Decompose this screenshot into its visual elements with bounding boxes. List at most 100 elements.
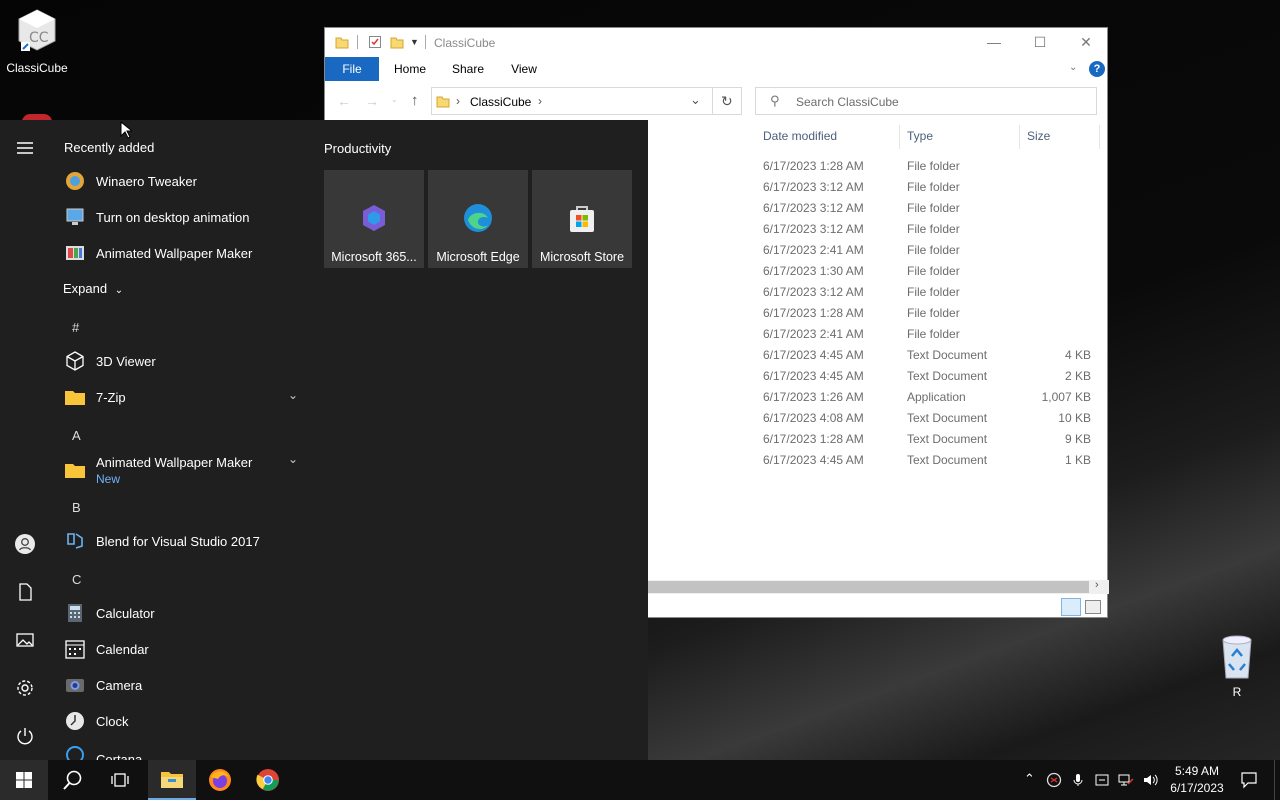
- folder-icon: [436, 96, 450, 108]
- tile-microsoft-edge[interactable]: Microsoft Edge: [428, 170, 528, 268]
- app-blend-visual-studio[interactable]: Blend for Visual Studio 2017: [64, 526, 260, 556]
- file-row[interactable]: 6/17/2023 4:45 AM Text Document 1 KB: [762, 449, 1107, 470]
- file-row[interactable]: 6/17/2023 4:45 AM Text Document 4 KB: [762, 344, 1107, 365]
- app-clock[interactable]: Clock: [64, 706, 129, 736]
- desktop-icon-classicube[interactable]: CC ClassiCube: [4, 8, 70, 75]
- properties-icon[interactable]: [368, 35, 382, 49]
- app-animated-wallpaper-maker-recent[interactable]: Animated Wallpaper Maker: [64, 238, 252, 268]
- app-label: Clock: [96, 713, 129, 729]
- volume-icon[interactable]: [1142, 772, 1158, 788]
- file-row[interactable]: 6/17/2023 4:08 AM Text Document 10 KB: [762, 407, 1107, 428]
- expand-ribbon-icon[interactable]: ⌄: [1069, 62, 1077, 73]
- letter-header-a[interactable]: A: [72, 428, 81, 443]
- app-turn-on-desktop-animation[interactable]: Turn on desktop animation: [64, 202, 249, 232]
- file-size: 4 KB: [1064, 348, 1091, 362]
- up-icon[interactable]: ↑: [411, 92, 419, 109]
- file-row[interactable]: 6/17/2023 2:41 AM File folder: [762, 239, 1107, 260]
- file-row[interactable]: 6/17/2023 3:12 AM File folder: [762, 197, 1107, 218]
- customize-quick-access-icon[interactable]: ▼: [410, 37, 419, 47]
- file-date: 6/17/2023 3:12 AM: [763, 222, 864, 236]
- search-box[interactable]: ⚲ Search ClassiCube: [755, 87, 1097, 115]
- documents-icon[interactable]: [13, 580, 37, 604]
- expand-button[interactable]: Expand ⌄: [63, 281, 123, 296]
- scroll-right-icon[interactable]: ›: [1095, 579, 1099, 591]
- user-account-icon[interactable]: [13, 532, 37, 556]
- app-calendar[interactable]: Calendar: [64, 634, 149, 664]
- start-button[interactable]: [0, 760, 48, 800]
- file-date: 6/17/2023 4:45 AM: [763, 453, 864, 467]
- app-3d-viewer[interactable]: 3D Viewer: [64, 346, 156, 376]
- chevron-down-icon[interactable]: ⌄: [288, 452, 298, 466]
- scrollbar-thumb[interactable]: [647, 581, 1089, 593]
- app-animated-wallpaper-maker[interactable]: Animated Wallpaper Maker New: [64, 454, 252, 486]
- forward-icon[interactable]: →: [365, 93, 379, 109]
- tab-file[interactable]: File: [325, 57, 379, 81]
- show-hidden-icons-icon[interactable]: ⌃: [1024, 771, 1035, 787]
- recycle-bin-icon[interactable]: R: [1210, 632, 1264, 699]
- tab-share[interactable]: Share: [445, 57, 491, 81]
- file-row[interactable]: 6/17/2023 2:41 AM File folder: [762, 323, 1107, 344]
- app-label: Calculator: [96, 605, 155, 621]
- task-view-button[interactable]: [96, 760, 144, 800]
- recent-locations-icon[interactable]: ⌄: [391, 95, 398, 104]
- file-type: File folder: [907, 306, 960, 320]
- pictures-icon[interactable]: [13, 628, 37, 652]
- help-icon[interactable]: ?: [1089, 61, 1105, 77]
- file-row[interactable]: 6/17/2023 1:26 AM Application 1,007 KB: [762, 386, 1107, 407]
- column-size[interactable]: Size: [1027, 125, 1050, 147]
- file-row[interactable]: 6/17/2023 1:28 AM File folder: [762, 302, 1107, 323]
- new-folder-icon[interactable]: [390, 35, 404, 49]
- minimize-button[interactable]: —: [971, 28, 1017, 56]
- hamburger-menu-icon[interactable]: [13, 136, 37, 160]
- settings-gear-icon[interactable]: [13, 676, 37, 700]
- maximize-button[interactable]: ☐: [1017, 28, 1063, 56]
- antivirus-tray-icon[interactable]: [1046, 772, 1062, 788]
- file-row[interactable]: 6/17/2023 3:12 AM File folder: [762, 176, 1107, 197]
- app-7zip[interactable]: 7-Zip: [64, 382, 304, 412]
- details-view-button[interactable]: [1061, 598, 1081, 616]
- file-row[interactable]: 6/17/2023 3:12 AM File folder: [762, 281, 1107, 302]
- breadcrumb-classicube[interactable]: ClassiCube: [470, 95, 531, 109]
- tab-home[interactable]: Home: [387, 57, 433, 81]
- letter-header-c[interactable]: C: [72, 572, 81, 587]
- tile-microsoft-365[interactable]: Microsoft 365...: [324, 170, 424, 268]
- app-calculator[interactable]: Calculator: [64, 598, 155, 628]
- search-button[interactable]: [48, 760, 96, 800]
- refresh-icon[interactable]: ↻: [721, 93, 733, 110]
- file-list: 6/17/2023 1:28 AM File folder 6/17/2023 3:…: [762, 155, 1107, 470]
- app-winaero-tweaker[interactable]: Winaero Tweaker: [64, 166, 197, 196]
- letter-header-hash[interactable]: #: [72, 320, 79, 335]
- file-row[interactable]: 6/17/2023 1:28 AM File folder: [762, 155, 1107, 176]
- show-desktop-button[interactable]: [1274, 760, 1280, 800]
- file-type: File folder: [907, 327, 960, 341]
- app-camera[interactable]: Camera: [64, 670, 142, 700]
- address-dropdown-icon[interactable]: ⌄: [690, 92, 701, 108]
- notifications-icon[interactable]: [1240, 771, 1258, 789]
- power-icon[interactable]: [13, 724, 37, 748]
- firefox-button[interactable]: [196, 760, 244, 800]
- file-type: Text Document: [907, 432, 988, 446]
- security-tray-icon[interactable]: [1094, 772, 1110, 788]
- column-type[interactable]: Type: [907, 125, 933, 147]
- horizontal-scrollbar[interactable]: ›: [647, 579, 1109, 594]
- app-cortana[interactable]: Cortana: [64, 742, 142, 760]
- microphone-icon[interactable]: [1070, 772, 1086, 788]
- back-icon[interactable]: ←: [337, 93, 351, 109]
- file-row[interactable]: 6/17/2023 4:45 AM Text Document 2 KB: [762, 365, 1107, 386]
- column-date-modified[interactable]: Date modified: [763, 125, 837, 147]
- tile-microsoft-store[interactable]: Microsoft Store: [532, 170, 632, 268]
- chrome-button[interactable]: [244, 760, 292, 800]
- letter-header-b[interactable]: B: [72, 500, 81, 515]
- file-row[interactable]: 6/17/2023 1:30 AM File folder: [762, 260, 1107, 281]
- close-button[interactable]: ✕: [1063, 28, 1109, 56]
- file-row[interactable]: 6/17/2023 3:12 AM File folder: [762, 218, 1107, 239]
- search-icon: ⚲: [770, 93, 780, 108]
- clock-area[interactable]: 5:49 AM 6/17/2023: [1164, 763, 1230, 797]
- address-bar[interactable]: › ClassiCube › ⌄ ↻: [431, 87, 742, 115]
- large-icons-view-button[interactable]: [1085, 600, 1101, 614]
- network-icon[interactable]: [1118, 772, 1134, 788]
- file-explorer-taskbar-button[interactable]: [148, 760, 196, 800]
- file-row[interactable]: 6/17/2023 1:28 AM Text Document 9 KB: [762, 428, 1107, 449]
- chevron-down-icon[interactable]: ⌄: [288, 388, 298, 402]
- tab-view[interactable]: View: [501, 57, 547, 81]
